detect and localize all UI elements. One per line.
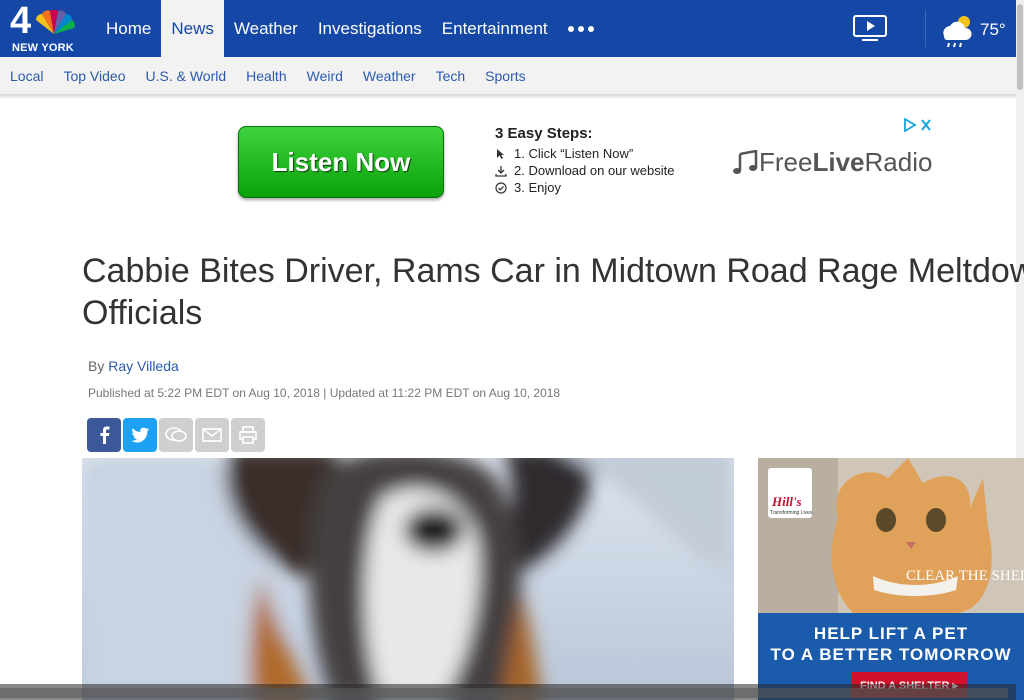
horizontal-scrollbar-thumb[interactable]	[0, 688, 1008, 698]
kitten-photo: Hill's Transforming Lives CLEAR THE SHEL…	[758, 458, 1024, 613]
subnav-us-world[interactable]: U.S. & World	[135, 68, 236, 84]
download-icon	[495, 165, 507, 177]
logo-number: 4	[10, 0, 31, 42]
clear-the-shelters-ad[interactable]: Hill's Transforming Lives CLEAR THE SHEL…	[758, 458, 1024, 700]
video-play-icon[interactable]	[852, 13, 888, 43]
twitter-icon	[131, 427, 149, 443]
comments-button[interactable]	[159, 418, 193, 452]
subnav-weather[interactable]: Weather	[353, 68, 426, 84]
hills-logo: Hill's Transforming Lives	[768, 468, 812, 518]
dog-photo	[82, 458, 734, 700]
weather-widget[interactable]: 75°	[936, 10, 1006, 50]
brand-free: Free	[759, 147, 813, 177]
more-dot-icon	[577, 25, 584, 32]
brand-radio: Radio	[864, 147, 933, 177]
ad-step-text: 1. Click “Listen Now”	[514, 146, 634, 161]
ad-steps-title: 3 Easy Steps:	[495, 125, 593, 142]
email-share-button[interactable]	[195, 418, 229, 452]
temperature-label: 75°	[980, 20, 1006, 39]
ad-step-text: 3. Enjoy	[514, 180, 561, 195]
logo-city: NEW YORK	[12, 42, 74, 54]
ad-step-text: 2. Download on our website	[514, 163, 675, 178]
byline: By Ray Villeda	[88, 358, 179, 374]
subnav-top-video[interactable]: Top Video	[53, 68, 135, 84]
ad-steps: 3 Easy Steps: 1. Click “Listen Now” 2. D…	[495, 125, 715, 196]
subnav-sports[interactable]: Sports	[475, 68, 535, 84]
article-headline: Cabbie Bites Driver, Rams Car in Midtown…	[82, 252, 1024, 332]
envelope-icon	[202, 428, 222, 442]
publish-timestamp: Published at 5:22 PM EDT on Aug 10, 2018…	[88, 386, 561, 400]
listen-now-button[interactable]: Listen Now	[238, 126, 444, 198]
ad-tagline-line1: HELP LIFT A PET	[813, 624, 969, 643]
subnav-weird[interactable]: Weird	[297, 68, 353, 84]
more-dot-icon	[567, 25, 574, 32]
vertical-scrollbar-thumb[interactable]	[1017, 4, 1023, 90]
byline-prefix: By	[88, 358, 105, 374]
sub-nav-bar: Local Top Video U.S. & World Health Weir…	[0, 57, 1016, 95]
print-button[interactable]	[231, 418, 265, 452]
hills-wordmark: Hill's	[772, 494, 802, 509]
share-bar	[87, 418, 267, 452]
adchoices-icon[interactable]	[903, 118, 933, 132]
music-note-icon	[733, 149, 758, 174]
nav-investigations[interactable]: Investigations	[308, 0, 432, 57]
subnav-health[interactable]: Health	[236, 68, 296, 84]
main-nav: Home News Weather Investigations Enterta…	[96, 0, 604, 57]
hills-subtext: Transforming Lives	[770, 510, 813, 516]
article-hero-image[interactable]	[82, 458, 734, 700]
nav-weather[interactable]: Weather	[224, 0, 308, 57]
nbc-new-york-logo[interactable]: 4 NEW YORK	[8, 0, 82, 54]
author-link[interactable]: Ray Villeda	[108, 358, 179, 374]
nav-entertainment[interactable]: Entertainment	[432, 0, 558, 57]
nav-news[interactable]: News	[161, 0, 224, 57]
ad-step: 1. Click “Listen Now”	[495, 145, 715, 162]
check-circle-icon	[495, 181, 507, 194]
more-dot-icon	[587, 25, 594, 32]
top-nav-bar: 4 NEW YORK Home News Weather Investigati…	[0, 0, 1024, 57]
subnav-tech[interactable]: Tech	[426, 68, 476, 84]
nav-home[interactable]: Home	[96, 0, 161, 57]
printer-icon	[239, 426, 257, 444]
sub-nav: Local Top Video U.S. & World Health Weir…	[0, 57, 536, 94]
ad-tagline: HELP LIFT A PET TO A BETTER TOMORROW	[758, 623, 1024, 665]
facebook-share-button[interactable]	[87, 418, 121, 452]
peacock-icon	[36, 10, 75, 35]
ad-tagline-line2: TO A BETTER TOMORROW	[770, 645, 1012, 664]
weather-divider	[925, 10, 926, 47]
twitter-share-button[interactable]	[123, 418, 157, 452]
more-menu-button[interactable]	[558, 0, 604, 57]
partly-cloudy-rain-icon	[943, 16, 972, 48]
ad-step: 2. Download on our website	[495, 162, 715, 179]
brand-live: Live	[812, 147, 865, 177]
cursor-icon	[497, 148, 504, 159]
facebook-icon	[100, 426, 110, 444]
free-live-radio-logo[interactable]: Free Live Radio	[731, 147, 932, 178]
banner-ad[interactable]: Listen Now 3 Easy Steps: 1. Click “Liste…	[237, 117, 937, 207]
comment-bubble-icon	[165, 427, 187, 442]
clear-the-shelters-logo: CLEAR THE SHELTERS	[906, 568, 1024, 584]
ad-step: 3. Enjoy	[495, 179, 715, 196]
subnav-local[interactable]: Local	[0, 68, 53, 84]
